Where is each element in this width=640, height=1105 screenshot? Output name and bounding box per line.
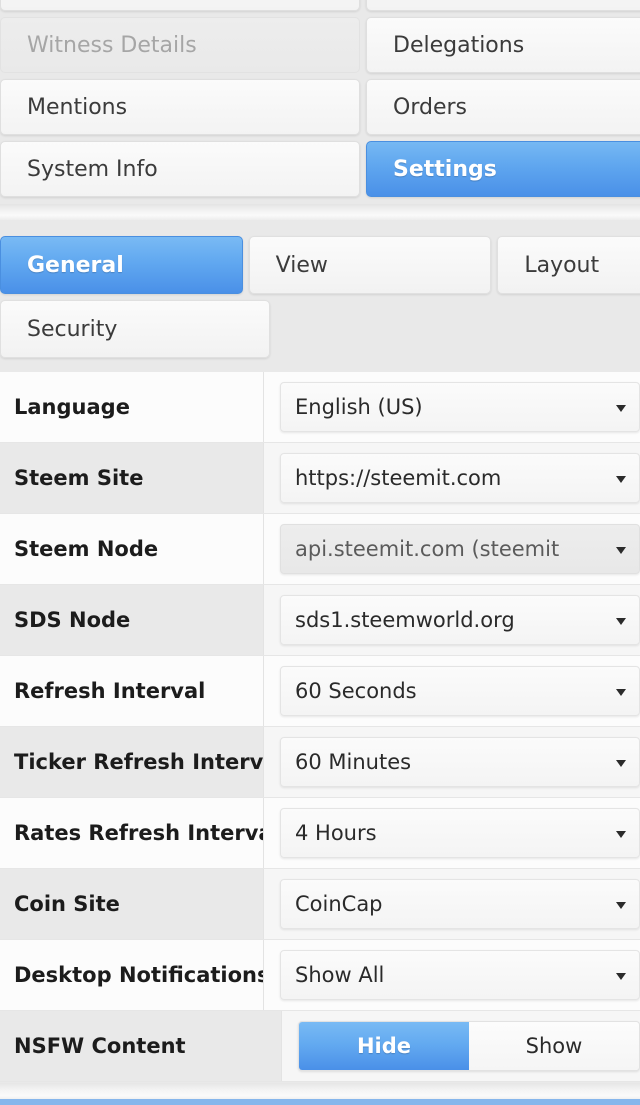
settings-row-desktop-notifications: Desktop Notifications Show All [0, 940, 640, 1011]
nav-button-delegations[interactable]: Delegations [366, 17, 640, 73]
select-value-desktop-notifications: Show All [295, 963, 385, 987]
settings-control-ticker-refresh-interval: 60 Minutes [264, 727, 640, 797]
chevron-down-icon [616, 476, 626, 483]
nav-row: Witness Details Delegations [0, 17, 640, 73]
nav-button-settings[interactable]: Settings [366, 141, 640, 197]
settings-tabs: General View Layout Security [0, 236, 640, 364]
settings-row-refresh-interval: Refresh Interval 60 Seconds [0, 656, 640, 727]
chevron-down-icon [616, 831, 626, 838]
select-value-ticker-refresh-interval: 60 Minutes [295, 750, 412, 774]
nav-button-mentions[interactable]: Mentions [0, 79, 360, 135]
settings-label-steem-site: Steem Site [0, 443, 264, 513]
settings-label-coin-site: Coin Site [0, 869, 264, 939]
chevron-down-icon [616, 689, 626, 696]
nav-button-blank[interactable] [0, 0, 360, 11]
select-refresh-interval[interactable]: 60 Seconds [280, 666, 640, 716]
select-ticker-refresh-interval[interactable]: 60 Minutes [280, 737, 640, 787]
settings-label-desktop-notifications: Desktop Notifications [0, 940, 264, 1010]
nav-row [0, 0, 640, 11]
segmented-option-show[interactable]: Show [469, 1022, 639, 1070]
segmented-nsfw-content: Hide Show [298, 1021, 640, 1071]
nav-button-witness-details: Witness Details [0, 17, 360, 73]
settings-label-nsfw-content: NSFW Content [0, 1011, 282, 1081]
nav-divider [0, 204, 640, 220]
select-value-steem-node: api.steemit.com (steemit [295, 537, 560, 561]
nav-button-blank[interactable] [366, 0, 640, 11]
select-rates-refresh-interval[interactable]: 4 Hours [280, 808, 640, 858]
settings-row-coin-site: Coin Site CoinCap [0, 869, 640, 940]
settings-list: Language English (US) Steem Site https://st… [0, 372, 640, 1082]
nav-button-system-info[interactable]: System Info [0, 141, 360, 197]
select-coin-site[interactable]: CoinCap [280, 879, 640, 929]
select-steem-site[interactable]: https://steemit.com [280, 453, 640, 503]
settings-label-language: Language [0, 372, 264, 442]
settings-label-rates-refresh-interval: Rates Refresh Interval [0, 798, 264, 868]
settings-row-language: Language English (US) [0, 372, 640, 443]
footer-gap [0, 1083, 640, 1099]
settings-control-refresh-interval: 60 Seconds [264, 656, 640, 726]
settings-label-sds-node: SDS Node [0, 585, 264, 655]
settings-row-rates-refresh-interval: Rates Refresh Interval 4 Hours [0, 798, 640, 869]
tab-row: General View Layout [0, 236, 640, 294]
settings-row-steem-node: Steem Node api.steemit.com (steemit [0, 514, 640, 585]
segmented-option-hide[interactable]: Hide [299, 1022, 469, 1070]
settings-label-refresh-interval: Refresh Interval [0, 656, 264, 726]
settings-control-nsfw-content: Hide Show [282, 1011, 640, 1081]
select-steem-node[interactable]: api.steemit.com (steemit [280, 524, 640, 574]
main-nav: Witness Details Delegations Mentions Orders… [0, 0, 640, 203]
settings-label-ticker-refresh-interval: Ticker Refresh Interval [0, 727, 264, 797]
tab-view[interactable]: View [248, 236, 492, 294]
select-desktop-notifications[interactable]: Show All [280, 950, 640, 1000]
chevron-down-icon [616, 973, 626, 980]
select-value-steem-site: https://steemit.com [295, 466, 502, 490]
settings-control-desktop-notifications: Show All [264, 940, 640, 1010]
settings-control-rates-refresh-interval: 4 Hours [264, 798, 640, 868]
select-sds-node[interactable]: sds1.steemworld.org [280, 595, 640, 645]
footer-accent-bar [0, 1099, 640, 1105]
settings-control-steem-node: api.steemit.com (steemit [264, 514, 640, 584]
settings-control-steem-site: https://steemit.com [264, 443, 640, 513]
select-value-sds-node: sds1.steemworld.org [295, 608, 515, 632]
nav-button-orders[interactable]: Orders [366, 79, 640, 135]
nav-row: Mentions Orders [0, 79, 640, 135]
select-language[interactable]: English (US) [280, 382, 640, 432]
chevron-down-icon [616, 902, 626, 909]
settings-screen: Witness Details Delegations Mentions Orders… [0, 0, 640, 1105]
select-value-rates-refresh-interval: 4 Hours [295, 821, 377, 845]
chevron-down-icon [616, 547, 626, 554]
settings-control-language: English (US) [264, 372, 640, 442]
settings-control-sds-node: sds1.steemworld.org [264, 585, 640, 655]
settings-control-coin-site: CoinCap [264, 869, 640, 939]
chevron-down-icon [616, 405, 626, 412]
select-value-refresh-interval: 60 Seconds [295, 679, 417, 703]
tab-row: Security [0, 300, 640, 358]
settings-row-steem-site: Steem Site https://steemit.com [0, 443, 640, 514]
tab-general[interactable]: General [0, 236, 243, 294]
select-value-language: English (US) [295, 395, 423, 419]
tab-security[interactable]: Security [0, 300, 270, 358]
select-value-coin-site: CoinCap [295, 892, 383, 916]
settings-row-ticker-refresh-interval: Ticker Refresh Interval 60 Minutes [0, 727, 640, 798]
chevron-down-icon [616, 760, 626, 767]
chevron-down-icon [616, 618, 626, 625]
settings-row-nsfw-content: NSFW Content Hide Show [0, 1011, 640, 1082]
tab-layout[interactable]: Layout [497, 236, 640, 294]
settings-label-steem-node: Steem Node [0, 514, 264, 584]
nav-row: System Info Settings [0, 141, 640, 197]
settings-row-sds-node: SDS Node sds1.steemworld.org [0, 585, 640, 656]
